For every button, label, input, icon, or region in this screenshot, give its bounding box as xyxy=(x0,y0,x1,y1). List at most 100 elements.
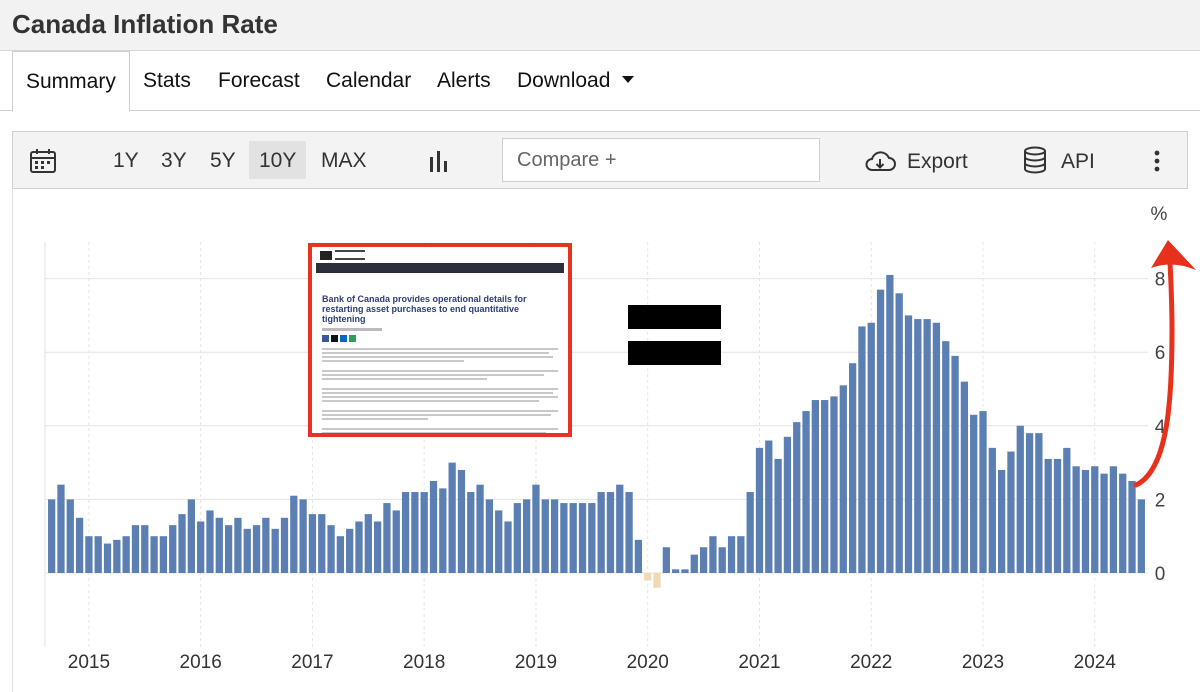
bar xyxy=(141,525,149,573)
bar xyxy=(346,528,354,573)
bar xyxy=(1063,447,1071,573)
bar xyxy=(588,503,596,573)
bar xyxy=(197,521,205,573)
bar xyxy=(364,514,372,573)
bar xyxy=(308,514,317,573)
bar xyxy=(439,488,447,573)
y-tick-label: 2 xyxy=(1155,490,1166,511)
bar xyxy=(448,462,456,573)
bar xyxy=(355,521,363,573)
bar xyxy=(1081,469,1090,573)
bar xyxy=(681,569,689,573)
bar xyxy=(495,510,503,573)
bar xyxy=(942,341,950,573)
bar xyxy=(644,573,652,581)
bar xyxy=(793,422,801,573)
bar xyxy=(746,492,754,573)
bar xyxy=(616,484,624,573)
bar xyxy=(1109,466,1118,573)
bar xyxy=(718,547,726,573)
bar xyxy=(988,447,996,573)
inflation-chart: 02468 2015 2016 2017 2018 2019 2020 2021 2022 20… xyxy=(44,204,1196,673)
bar xyxy=(513,503,521,573)
bar xyxy=(243,528,251,573)
bar xyxy=(215,517,223,573)
bar xyxy=(634,539,643,573)
email-icon xyxy=(349,335,356,342)
bar xyxy=(755,447,764,573)
bar xyxy=(848,363,857,573)
bar xyxy=(821,400,829,573)
bar xyxy=(429,481,438,573)
bar xyxy=(66,499,74,573)
bar xyxy=(1119,473,1127,573)
bar xyxy=(1091,466,1099,573)
bar xyxy=(802,411,810,573)
bar xyxy=(578,503,587,573)
bar xyxy=(960,381,969,573)
bar xyxy=(336,536,344,573)
bar xyxy=(131,525,140,573)
news-nav-bar xyxy=(316,263,564,273)
equals-sign-bottom xyxy=(628,341,721,365)
bar xyxy=(699,547,708,573)
equals-sign-top xyxy=(628,305,721,329)
linkedin-icon xyxy=(340,335,347,342)
y-tick-label: 0 xyxy=(1155,564,1166,585)
bar xyxy=(187,499,195,573)
bar xyxy=(150,536,158,573)
bar xyxy=(476,484,484,573)
bar xyxy=(998,469,1006,573)
bar xyxy=(1044,458,1052,573)
bar xyxy=(569,503,577,573)
bar xyxy=(57,484,65,573)
bar-series xyxy=(48,274,1145,588)
bar xyxy=(951,355,959,573)
bar xyxy=(914,319,922,573)
bar xyxy=(252,525,261,573)
bar xyxy=(970,414,978,573)
bar xyxy=(318,514,326,573)
bar xyxy=(206,510,214,573)
bar xyxy=(392,510,400,573)
bar xyxy=(830,396,838,573)
bar xyxy=(327,525,335,573)
bar xyxy=(383,503,391,573)
bar xyxy=(867,322,875,573)
bar xyxy=(290,495,298,573)
bar xyxy=(1137,499,1145,573)
bar xyxy=(94,536,102,573)
x-tick-label: 2015 xyxy=(68,652,110,673)
bar xyxy=(727,536,736,573)
bar xyxy=(811,400,819,573)
facebook-icon xyxy=(322,335,329,342)
bar xyxy=(1072,466,1080,573)
bar xyxy=(532,484,540,573)
bar xyxy=(280,517,289,573)
x-tick-label: 2023 xyxy=(962,652,1004,673)
bar xyxy=(876,289,885,573)
bar xyxy=(783,436,792,573)
x-tick-label: 2022 xyxy=(850,652,892,673)
bar xyxy=(224,525,233,573)
bar xyxy=(765,440,773,573)
x-tick-label: 2017 xyxy=(291,652,333,673)
bar xyxy=(75,517,84,573)
bar xyxy=(1007,451,1015,573)
share-icons xyxy=(322,335,568,342)
bar xyxy=(560,503,568,573)
red-arrow-annotation xyxy=(1133,240,1196,488)
x-icon xyxy=(331,335,338,342)
bar xyxy=(178,514,186,573)
bar xyxy=(457,469,466,573)
x-tick-labels: 2015 2016 2017 2018 2019 2020 2021 2022 2023 2024 xyxy=(68,652,1117,673)
bar xyxy=(299,499,307,573)
news-breadcrumb xyxy=(322,281,568,286)
bar xyxy=(690,554,698,573)
bar xyxy=(932,322,941,573)
bar xyxy=(1025,433,1034,573)
bar xyxy=(606,492,615,573)
bar xyxy=(709,536,717,573)
bar xyxy=(1035,433,1043,573)
bar xyxy=(662,547,670,573)
